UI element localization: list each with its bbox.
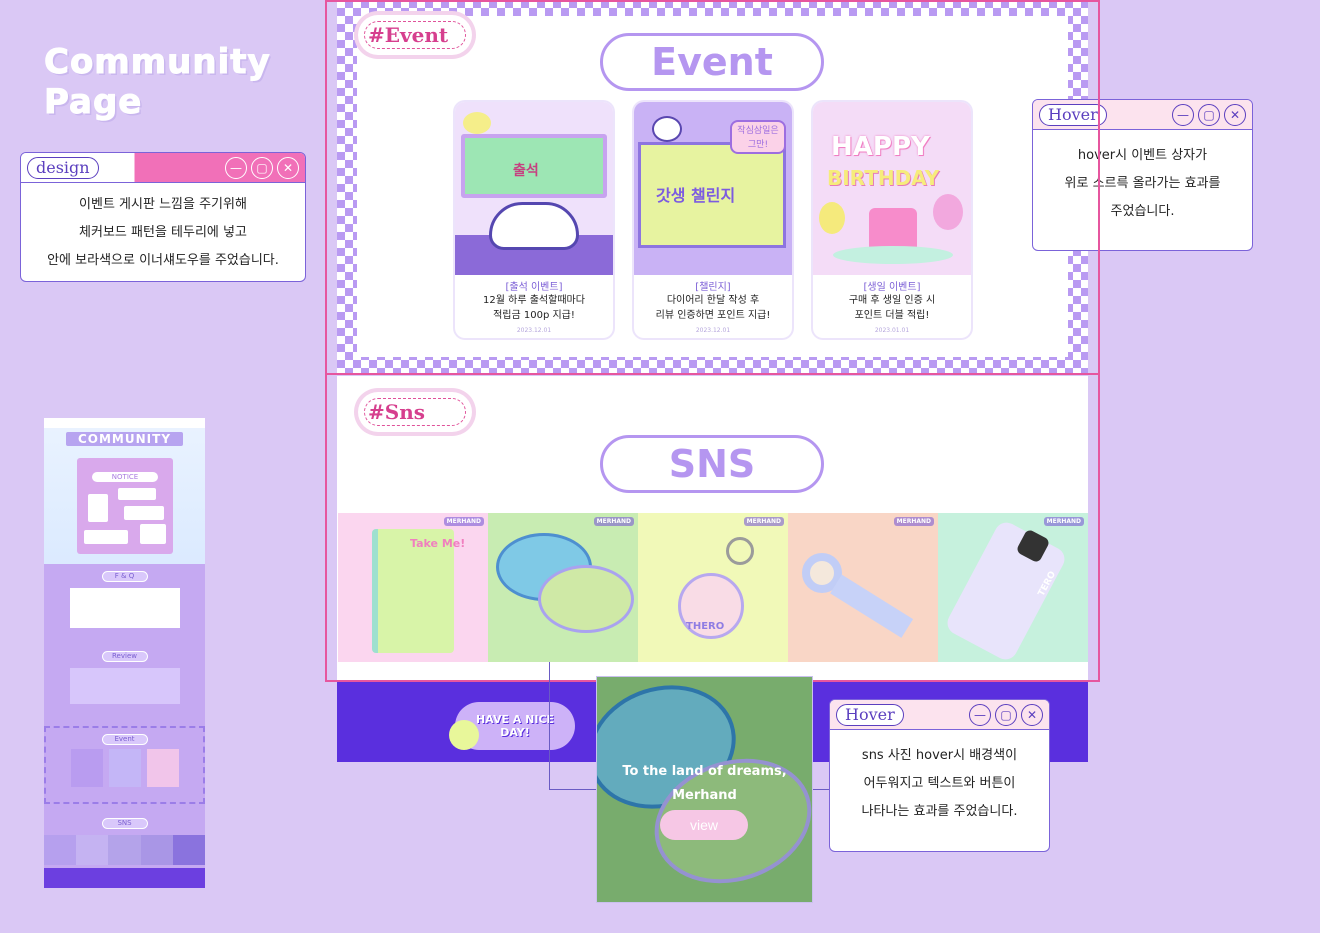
connector-line [549, 662, 597, 790]
preview-review-pill: Review [101, 651, 148, 662]
preview-event-card [108, 749, 141, 787]
sns-hover-tag: Hover [836, 703, 904, 726]
preview-hero: COMMUNITY NOTICE [44, 418, 205, 564]
close-icon[interactable]: ✕ [1021, 703, 1043, 726]
preview-card [124, 506, 164, 520]
preview-card [84, 530, 128, 544]
maximize-icon[interactable]: ▢ [1198, 103, 1220, 126]
page-title-line2: Page [44, 82, 143, 123]
preview-sns-tile [140, 835, 173, 865]
preview-nav [44, 418, 205, 428]
preview-sns-tile [172, 835, 205, 865]
preview-faq: F & Q [44, 571, 205, 628]
minimize-icon[interactable]: — [969, 703, 991, 726]
preview-community-title: COMMUNITY [66, 432, 183, 446]
preview-review: Review [44, 651, 205, 704]
preview-sns-tile [76, 835, 109, 865]
minimize-icon[interactable]: — [225, 156, 247, 179]
preview-event-card [70, 749, 103, 787]
preview-card [118, 488, 156, 500]
preview-sns: SNS [44, 818, 205, 865]
design-line-2: 체커보드 패턴을 테두리에 넣고 [79, 225, 247, 240]
hover-caption-line-2: Merhand [672, 788, 737, 803]
preview-sns-pill: SNS [101, 818, 148, 829]
sns-hover-body: sns 사진 hover시 배경색이 어두워지고 텍스트와 버튼이 나타나는 효… [830, 730, 1049, 826]
close-icon[interactable]: ✕ [1224, 103, 1246, 126]
view-button[interactable]: view [660, 810, 748, 840]
maximize-icon[interactable]: ▢ [251, 156, 273, 179]
preview-footer [44, 868, 205, 888]
sns-hover-annotation: Hover — ▢ ✕ sns 사진 hover시 배경색이 어두워지고 텍스트… [829, 699, 1050, 852]
design-line-3: 안에 보라색으로 이너섀도우를 주었습니다. [47, 253, 279, 268]
preview-event-card [146, 749, 179, 787]
preview-notice: NOTICE [92, 472, 158, 482]
nice-day-text: HAVE A NICE DAY! [475, 713, 555, 739]
page-preview-thumbnail: COMMUNITY NOTICE F & Q Review Event SNS [44, 418, 205, 888]
preview-event-pill: Event [101, 734, 148, 745]
page-title: Community Page [44, 42, 271, 123]
minimize-icon[interactable]: — [1172, 103, 1194, 126]
preview-event: Event [44, 726, 205, 804]
sns-hover-titlebar: Hover — ▢ ✕ [830, 700, 1049, 730]
design-annotation: design — ▢ ✕ 이벤트 게시판 느낌을 주기위해 체커보드 패턴을 테… [20, 152, 306, 282]
design-annotation-body: 이벤트 게시판 느낌을 주기위해 체커보드 패턴을 테두리에 넣고 안에 보라색… [21, 183, 305, 275]
design-tag: design [27, 156, 99, 179]
maximize-icon[interactable]: ▢ [995, 703, 1017, 726]
section-divider [325, 373, 1100, 375]
preview-card [88, 494, 108, 522]
hover-caption-line-1: To the land of dreams, [622, 764, 787, 779]
design-line-1: 이벤트 게시판 느낌을 주기위해 [79, 197, 247, 212]
preview-faq-pill: F & Q [101, 571, 148, 582]
sns-hover-line-1: sns 사진 hover시 배경색이 [861, 748, 1018, 763]
sns-hover-line-2: 어두워지고 텍스트와 버튼이 [863, 776, 1016, 791]
design-annotation-titlebar: design — ▢ ✕ [21, 153, 305, 183]
preview-review-table [69, 668, 180, 704]
preview-faq-list [69, 588, 180, 628]
preview-sns-tile [108, 835, 141, 865]
page-title-line1: Community [44, 42, 271, 83]
preview-sns-tile [44, 835, 77, 865]
close-icon[interactable]: ✕ [277, 156, 299, 179]
preview-card [140, 524, 166, 544]
sns-hover-line-3: 나타나는 효과를 주었습니다. [861, 804, 1018, 819]
section-frame [325, 0, 1100, 682]
